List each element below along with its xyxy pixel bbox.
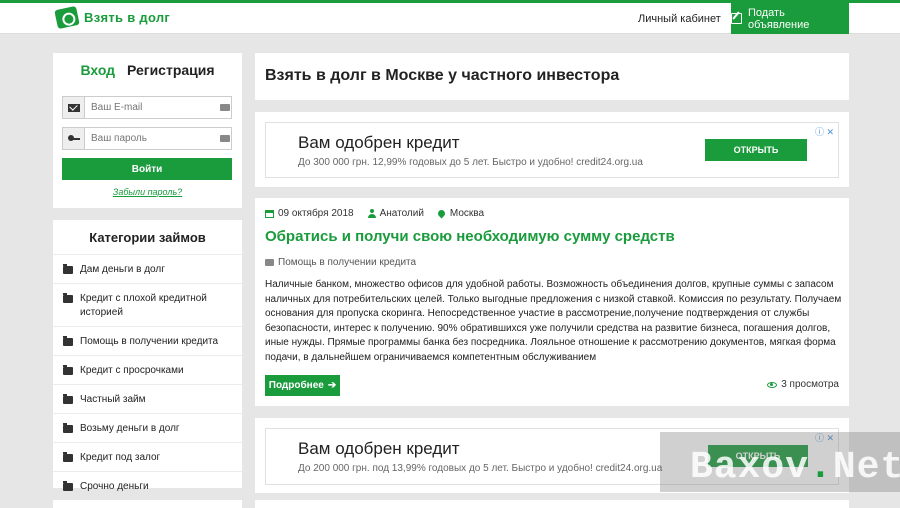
logo[interactable]: Взять в долг [54,5,171,30]
location-pin-icon [436,208,447,219]
login-panel: Вход Регистрация Войти Забыли пароль? [53,53,242,208]
category-item[interactable]: Возьму деньги в долг [53,413,242,442]
read-more-label: Подробнее [268,380,324,391]
listing-meta: 09 октября 2018 Анатолий Москва [265,208,498,219]
page-title: Взять в долг в Москве у частного инвесто… [265,67,620,84]
watermark-part2: Net [832,446,900,489]
ad-open-button[interactable]: ОТКРЫТЬ [705,139,807,161]
category-item[interactable]: Кредит с плохой кредитной историей [53,283,242,326]
category-label: Дам деньги в долг [80,264,165,275]
watermark-dot: . [809,446,833,489]
tab-login[interactable]: Вход [80,62,115,78]
email-field [62,96,232,119]
listing-title[interactable]: Обратись и получи свою необходимую сумму… [265,228,675,245]
ad-banner[interactable]: Вам одобрен кредит До 300 000 грн. 12,99… [265,122,839,178]
category-label: Кредит под залог [80,452,161,463]
listing-category[interactable]: Помощь в получении кредита [265,257,416,268]
folder-icon [63,336,73,346]
edit-icon [731,13,742,24]
category-label: Возьму деньги в долг [80,423,180,434]
listing-card: 09 октября 2018 Анатолий Москва Обратись… [255,198,849,406]
ad-info-close-icon[interactable]: ⓘ ✕ [815,125,834,138]
folder-icon [63,394,73,404]
categories-panel: Категории займов Дам деньги в долг Креди… [53,220,242,492]
views-count: 3 просмотра [767,379,839,390]
category-item[interactable]: Кредит с просрочками [53,355,242,384]
key-icon [67,134,80,142]
category-item[interactable]: Дам деньги в долг [53,254,242,283]
listing-author[interactable]: Анатолий [367,208,424,219]
category-item[interactable]: Кредит под залог [53,442,242,471]
category-list: Дам деньги в долг Кредит с плохой кредит… [53,254,242,500]
category-item[interactable]: Помощь в получении кредита [53,326,242,355]
ad-title: Вам одобрен кредит [298,133,460,152]
category-label: Частный займ [80,394,146,405]
folder-icon [63,264,73,274]
listing-city[interactable]: Москва [436,208,485,219]
sidebar-next-panel [53,500,242,508]
header: Взять в долг Личный кабинет Подать объяв… [0,3,900,34]
views-text: 3 просмотра [781,379,839,390]
category-label: Срочно деньги [80,481,149,492]
listing-category-label: Помощь в получении кредита [278,257,417,268]
login-tabs: Вход Регистрация [53,62,242,78]
folder-icon [63,452,73,462]
login-button[interactable]: Войти [62,158,232,180]
keyboard-icon[interactable] [220,135,230,142]
user-icon [367,209,376,218]
watermark-text: Baxov.Net [690,446,900,489]
ad-panel: Вам одобрен кредит До 300 000 грн. 12,99… [255,112,849,187]
email-icon-box [63,97,85,118]
money-icon [54,5,80,30]
listing-description: Наличные банком, множество офисов для уд… [265,279,842,363]
email-input[interactable] [85,97,215,118]
folder-icon [63,423,73,433]
logo-text: Взять в долг [84,10,171,25]
categories-title: Категории займов [89,230,206,245]
page-title-panel: Взять в долг в Москве у частного инвесто… [255,53,849,100]
author-text: Анатолий [379,208,424,219]
read-more-button[interactable]: Подробнее ➔ [265,375,340,396]
tab-register[interactable]: Регистрация [127,62,215,78]
category-label: Кредит с плохой кредитной историей [80,293,207,318]
ad-subtitle: До 300 000 грн. 12,99% годовых до 5 лет.… [298,157,643,168]
folder-icon [63,481,73,491]
forgot-password-link[interactable]: Забыли пароль? [53,187,242,197]
city-text: Москва [449,208,485,219]
listing-date: 09 октября 2018 [265,208,354,219]
folder-icon [265,259,274,266]
personal-cabinet-link[interactable]: Личный кабинет [638,13,721,25]
category-label: Помощь в получении кредита [80,336,219,347]
watermark-part1: Baxov [690,446,810,489]
password-input[interactable] [85,128,215,149]
post-ad-label: Подать объявление [747,6,810,31]
main-next-panel [255,500,849,508]
envelope-icon [67,103,80,112]
password-field [62,127,232,150]
ad-subtitle: До 200 000 грн. под 13,99% годовых до 5 … [298,463,663,474]
post-ad-button[interactable]: Подать объявление [731,3,849,34]
date-text: 09 октября 2018 [278,208,354,219]
category-item[interactable]: Частный займ [53,384,242,413]
ad-title: Вам одобрен кредит [298,439,460,458]
category-item[interactable]: Срочно деньги [53,471,242,500]
folder-icon [63,293,73,303]
arrow-right-icon: ➔ [327,380,337,391]
password-icon-box [63,128,85,149]
folder-icon [63,365,73,375]
keyboard-icon[interactable] [220,104,230,111]
calendar-icon [265,209,274,218]
category-label: Кредит с просрочками [80,365,184,376]
eye-icon [767,381,778,388]
